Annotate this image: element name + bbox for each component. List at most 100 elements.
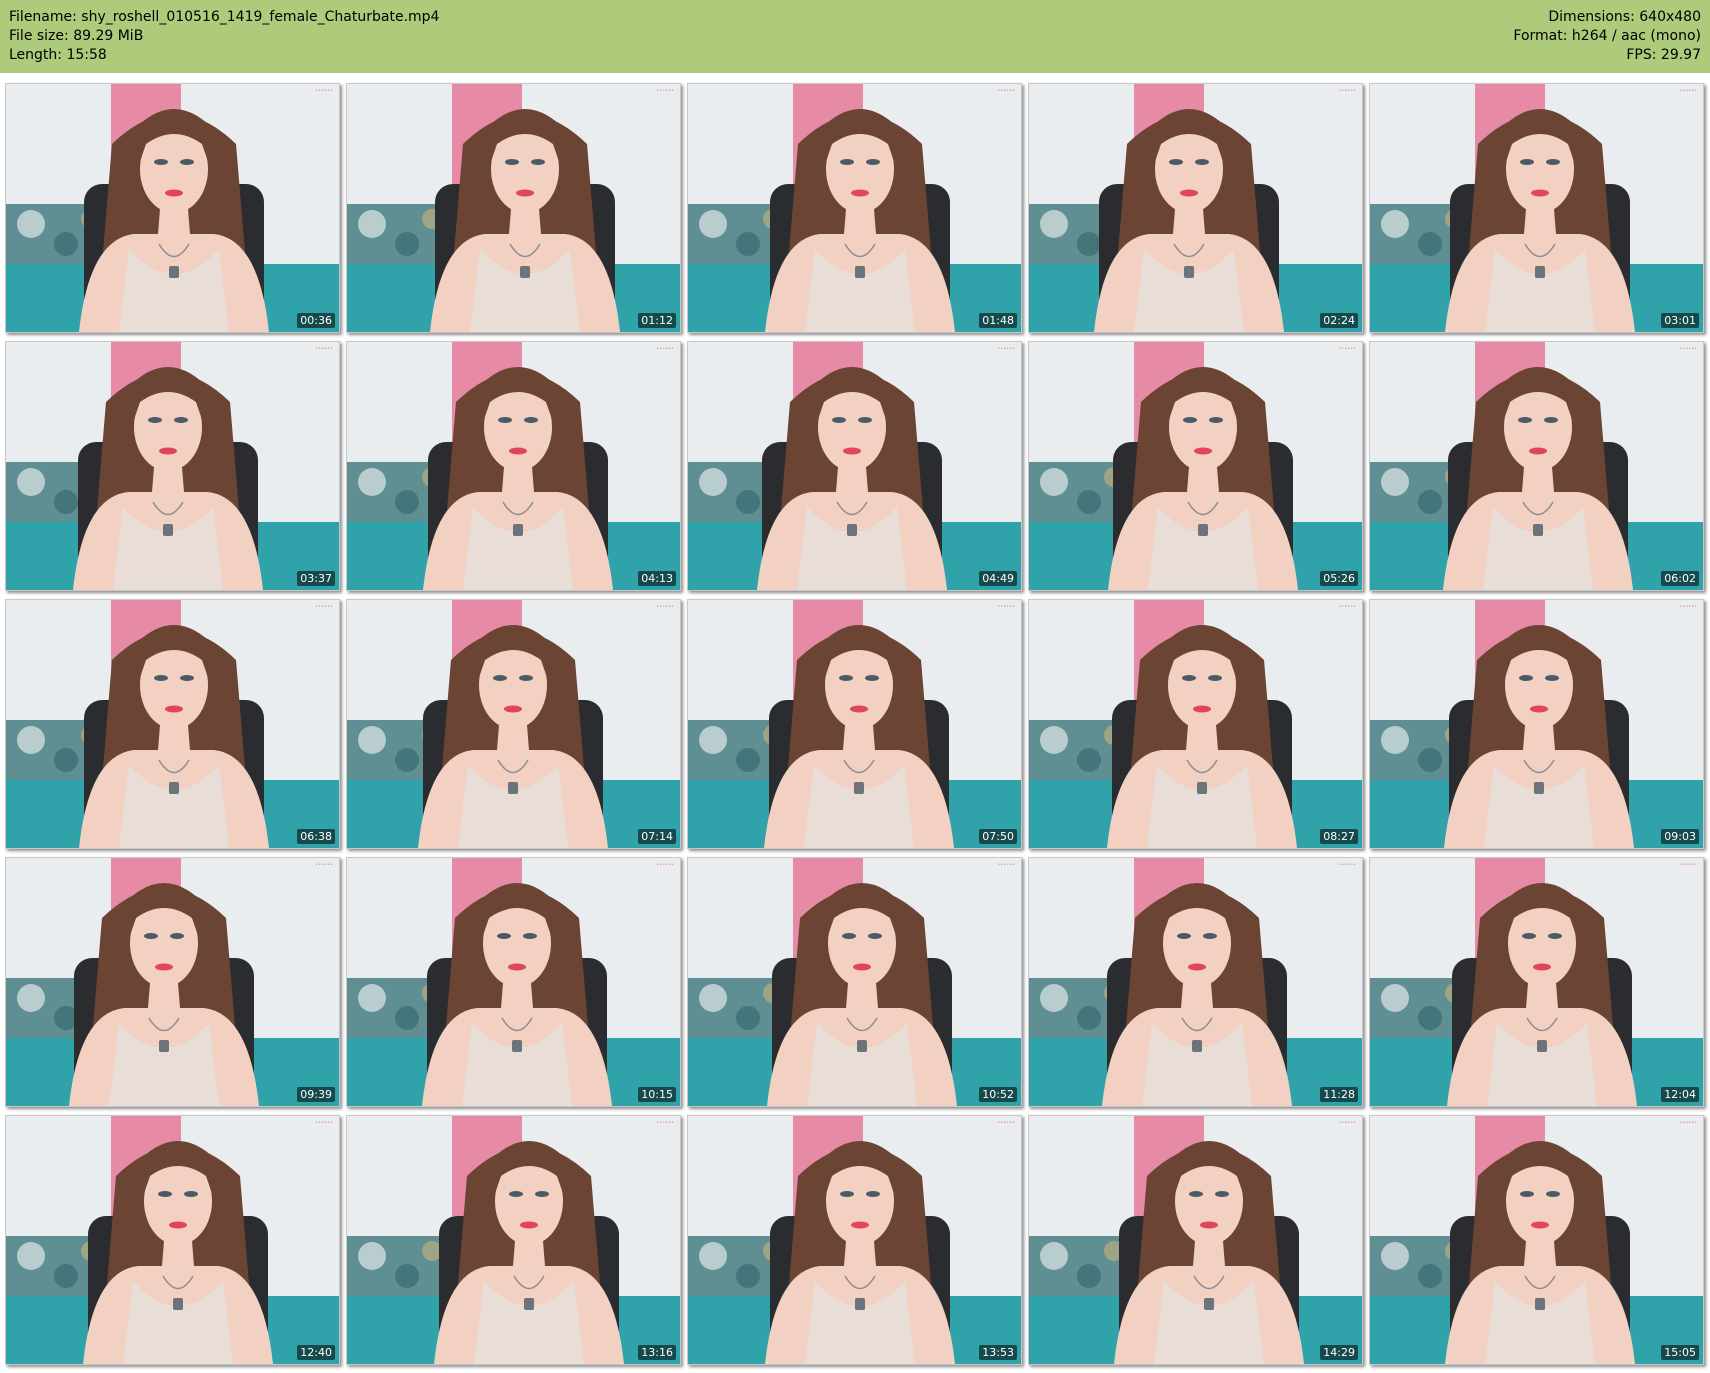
video-thumbnail[interactable]: •••••• 13:16 [346, 1115, 681, 1365]
timestamp-label: 09:03 [1661, 829, 1699, 844]
watermark-logo: •••••• [1338, 346, 1356, 352]
watermark-logo: •••••• [1679, 604, 1697, 610]
timestamp-label: 03:37 [297, 571, 335, 586]
timestamp-label: 06:02 [1661, 571, 1699, 586]
frame-image [1029, 600, 1362, 848]
watermark-logo: •••••• [1679, 88, 1697, 94]
frame-image [347, 858, 680, 1106]
video-thumbnail[interactable]: •••••• 07:14 [346, 599, 681, 849]
frame-image [688, 858, 1021, 1106]
frame-image [1370, 600, 1703, 848]
frame-image [6, 858, 339, 1106]
frame-image [1029, 1116, 1362, 1364]
video-thumbnail[interactable]: •••••• 12:40 [5, 1115, 340, 1365]
video-thumbnail[interactable]: •••••• 02:24 [1028, 83, 1363, 333]
video-thumbnail[interactable]: •••••• 03:37 [5, 341, 340, 591]
timestamp-label: 07:14 [638, 829, 676, 844]
timestamp-label: 06:38 [297, 829, 335, 844]
timestamp-label: 09:39 [297, 1087, 335, 1102]
video-thumbnail[interactable]: •••••• 03:01 [1369, 83, 1704, 333]
frame-image [347, 1116, 680, 1364]
frame-image [347, 342, 680, 590]
watermark-logo: •••••• [315, 1120, 333, 1126]
frame-image [6, 600, 339, 848]
video-thumbnail[interactable]: •••••• 08:27 [1028, 599, 1363, 849]
video-thumbnail[interactable]: •••••• 11:28 [1028, 857, 1363, 1107]
watermark-logo: •••••• [315, 604, 333, 610]
watermark-logo: •••••• [1338, 604, 1356, 610]
watermark-logo: •••••• [1338, 862, 1356, 868]
video-thumbnail[interactable]: •••••• 10:15 [346, 857, 681, 1107]
timestamp-label: 13:53 [979, 1345, 1017, 1360]
video-thumbnail[interactable]: •••••• 01:12 [346, 83, 681, 333]
timestamp-label: 12:40 [297, 1345, 335, 1360]
watermark-logo: •••••• [997, 604, 1015, 610]
watermark-logo: •••••• [315, 862, 333, 868]
video-thumbnail[interactable]: •••••• 13:53 [687, 1115, 1022, 1365]
watermark-logo: •••••• [997, 346, 1015, 352]
frame-image [1029, 342, 1362, 590]
frame-image [1370, 342, 1703, 590]
video-thumbnail[interactable]: •••••• 06:38 [5, 599, 340, 849]
timestamp-label: 02:24 [1320, 313, 1358, 328]
video-thumbnail[interactable]: •••••• 07:50 [687, 599, 1022, 849]
timestamp-label: 14:29 [1320, 1345, 1358, 1360]
frame-image [1029, 858, 1362, 1106]
frame-image [6, 342, 339, 590]
video-thumbnail[interactable]: •••••• 01:48 [687, 83, 1022, 333]
frame-image [688, 1116, 1021, 1364]
frame-image [1370, 858, 1703, 1106]
timestamp-label: 04:49 [979, 571, 1017, 586]
video-thumbnail[interactable]: •••••• 04:13 [346, 341, 681, 591]
timestamp-label: 10:52 [979, 1087, 1017, 1102]
frame-image [688, 342, 1021, 590]
timestamp-label: 01:48 [979, 313, 1017, 328]
watermark-logo: •••••• [997, 1120, 1015, 1126]
timestamp-label: 03:01 [1661, 313, 1699, 328]
video-thumbnail[interactable]: •••••• 14:29 [1028, 1115, 1363, 1365]
timestamp-label: 05:26 [1320, 571, 1358, 586]
thumbnail-grid: •••••• 00:36 •••••• 01:12 •••••• 01:48 •… [0, 0, 1710, 1373]
timestamp-label: 04:13 [638, 571, 676, 586]
frame-image [1370, 84, 1703, 332]
watermark-logo: •••••• [1679, 1120, 1697, 1126]
timestamp-label: 13:16 [638, 1345, 676, 1360]
watermark-logo: •••••• [656, 604, 674, 610]
watermark-logo: •••••• [315, 346, 333, 352]
watermark-logo: •••••• [997, 88, 1015, 94]
video-thumbnail[interactable]: •••••• 09:39 [5, 857, 340, 1107]
timestamp-label: 11:28 [1320, 1087, 1358, 1102]
video-thumbnail[interactable]: •••••• 04:49 [687, 341, 1022, 591]
frame-image [6, 84, 339, 332]
watermark-logo: •••••• [1679, 862, 1697, 868]
video-thumbnail[interactable]: •••••• 10:52 [687, 857, 1022, 1107]
watermark-logo: •••••• [1338, 1120, 1356, 1126]
timestamp-label: 12:04 [1661, 1087, 1699, 1102]
watermark-logo: •••••• [1679, 346, 1697, 352]
watermark-logo: •••••• [315, 88, 333, 94]
frame-image [347, 84, 680, 332]
video-thumbnail[interactable]: •••••• 05:26 [1028, 341, 1363, 591]
watermark-logo: •••••• [656, 346, 674, 352]
video-thumbnail[interactable]: •••••• 12:04 [1369, 857, 1704, 1107]
watermark-logo: •••••• [997, 862, 1015, 868]
timestamp-label: 01:12 [638, 313, 676, 328]
timestamp-label: 10:15 [638, 1087, 676, 1102]
watermark-logo: •••••• [656, 862, 674, 868]
frame-image [688, 600, 1021, 848]
watermark-logo: •••••• [656, 88, 674, 94]
video-thumbnail[interactable]: •••••• 00:36 [5, 83, 340, 333]
frame-image [347, 600, 680, 848]
timestamp-label: 00:36 [297, 313, 335, 328]
watermark-logo: •••••• [1338, 88, 1356, 94]
frame-image [1370, 1116, 1703, 1364]
timestamp-label: 15:05 [1661, 1345, 1699, 1360]
video-thumbnail[interactable]: •••••• 06:02 [1369, 341, 1704, 591]
frame-image [6, 1116, 339, 1364]
video-thumbnail[interactable]: •••••• 15:05 [1369, 1115, 1704, 1365]
frame-image [1029, 84, 1362, 332]
timestamp-label: 08:27 [1320, 829, 1358, 844]
frame-image [688, 84, 1021, 332]
video-thumbnail[interactable]: •••••• 09:03 [1369, 599, 1704, 849]
watermark-logo: •••••• [656, 1120, 674, 1126]
